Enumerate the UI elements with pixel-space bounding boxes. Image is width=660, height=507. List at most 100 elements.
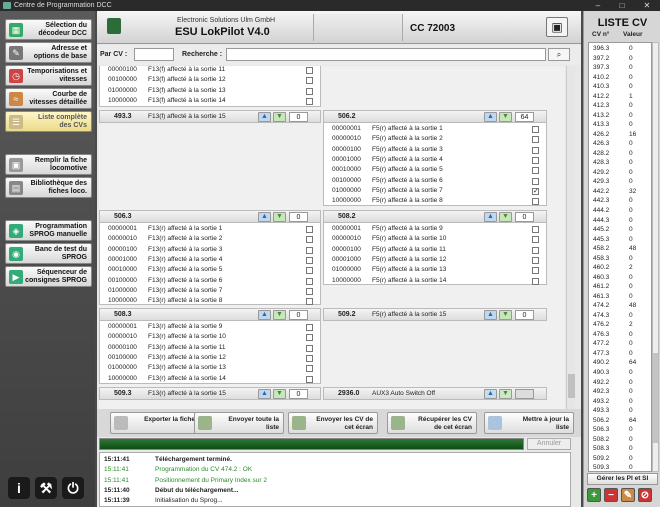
nav-loco-sheet[interactable]: ▣ Remplir la fiche locomotive [5, 154, 92, 175]
scroll-thumb[interactable] [653, 353, 658, 443]
arrow-up-icon[interactable]: ▲ [258, 112, 271, 122]
bit-checkbox[interactable] [306, 236, 313, 244]
bit-checkbox[interactable] [306, 354, 313, 362]
maximize-button[interactable]: □ [611, 0, 633, 11]
bit-checkbox[interactable] [306, 246, 313, 254]
arrow-down-icon[interactable]: ▼ [273, 112, 286, 122]
bit-checkbox[interactable] [306, 87, 313, 95]
bit-checkbox[interactable] [532, 167, 539, 175]
bit-checkbox[interactable] [532, 198, 539, 206]
bit-checkbox[interactable] [306, 375, 313, 383]
cv-value-field[interactable]: 0 [289, 310, 308, 320]
search-input[interactable] [226, 48, 546, 61]
nav-full-cv-list[interactable]: ☰ Liste complète des CVs [5, 111, 92, 132]
cv-value-field[interactable]: 0 [289, 389, 308, 399]
bit-checkbox[interactable] [532, 256, 539, 264]
cv-panel-header: 508.2 ▲ ▼ 0 [324, 211, 546, 223]
arrow-up-icon[interactable]: ▲ [484, 310, 497, 320]
arrow-up-icon[interactable]: ▲ [258, 389, 271, 399]
bit-checkbox[interactable] [532, 267, 539, 275]
sheet-icon: ▣ [9, 158, 23, 172]
arrow-up-icon[interactable]: ▲ [258, 310, 271, 320]
bit-checkbox[interactable] [532, 277, 539, 285]
power-icon[interactable]: ⏻ [62, 477, 84, 499]
bit-checkbox[interactable] [306, 97, 313, 105]
bit-checkbox[interactable] [532, 136, 539, 144]
bit-checkbox[interactable] [532, 126, 539, 133]
nav-address-options[interactable]: ✎ Adresse et options de base [5, 42, 92, 63]
search-icon[interactable]: ⌕ [548, 48, 570, 61]
bit-row: 01000000 F5(r) affecté à la sortie 7 ✓ [324, 186, 546, 196]
cv-value-field[interactable]: 0 [515, 212, 534, 222]
remove-icon[interactable]: − [604, 488, 618, 502]
arrow-down-icon[interactable]: ▼ [499, 310, 512, 320]
nav-loco-library[interactable]: ▤ Bibliothèque des fiches loco. [5, 177, 92, 198]
nav-sprog-testbench[interactable]: ◉ Banc de test du SPROG [5, 243, 92, 264]
cancel-button[interactable]: Annuler [527, 438, 571, 450]
bit-checkbox[interactable] [532, 156, 539, 164]
cv-number: 506.2 [338, 113, 356, 120]
manage-pi-si-button[interactable]: Gérer les PI et SI [587, 473, 658, 485]
nav-timings-speeds[interactable]: ◷ Temporisations et vitesses [5, 65, 92, 86]
edit-icon[interactable]: ✎ [621, 488, 635, 502]
nav-label: Banc de test du SPROG [34, 246, 87, 261]
bit-checkbox[interactable] [306, 287, 313, 295]
arrow-up-icon[interactable]: ▲ [258, 212, 271, 222]
cv-list[interactable]: 396.3 0 397.2 0 397.3 0 410.2 0 410.3 0 412.2 1 412.… [588, 42, 652, 472]
arrow-down-icon[interactable]: ▼ [273, 310, 286, 320]
bit-checkbox[interactable] [306, 77, 313, 85]
arrow-up-icon[interactable]: ▲ [484, 212, 497, 222]
update-list-button[interactable]: Mettre à jour la liste [484, 412, 574, 434]
bit-checkbox[interactable]: ✓ [532, 187, 539, 195]
bit-checkbox[interactable] [306, 334, 313, 342]
cv-value-field[interactable]: 0 [289, 112, 308, 122]
cv-value-field[interactable] [515, 389, 534, 399]
bit-checkbox[interactable] [532, 236, 539, 244]
bit-checkbox[interactable] [306, 267, 313, 275]
bit-checkbox[interactable] [532, 146, 539, 154]
nav-decoder-selection[interactable]: ▦ Sélection du décodeur DCC [5, 19, 92, 40]
tools-icon[interactable]: ⚒ [35, 477, 57, 499]
info-icon[interactable]: i [8, 477, 30, 499]
bit-checkbox[interactable] [306, 256, 313, 264]
bit-checkbox[interactable] [306, 226, 313, 233]
bit-checkbox[interactable] [306, 277, 313, 285]
bit-checkbox[interactable] [532, 226, 539, 233]
arrow-down-icon[interactable]: ▼ [273, 212, 286, 222]
bit-checkbox[interactable] [532, 177, 539, 185]
nav-sprog-sequencer[interactable]: ▶ Séquenceur de consignes SPROG [5, 266, 92, 287]
export-sheet-button[interactable]: Exporter la fiche [110, 412, 200, 434]
log-message: Positionnement du Primary Index sur 2 [155, 476, 267, 484]
send-all-button[interactable]: Envoyer toute la liste [194, 412, 284, 434]
bit-checkbox[interactable] [306, 324, 313, 331]
bit-checkbox[interactable] [306, 344, 313, 352]
cv-filter-input[interactable] [134, 48, 174, 61]
bit-checkbox[interactable] [306, 298, 313, 306]
arrow-up-icon[interactable]: ▲ [484, 112, 497, 122]
bit-checkbox[interactable] [306, 365, 313, 373]
save-icon[interactable]: ▣ [546, 17, 568, 37]
add-icon[interactable]: + [587, 488, 601, 502]
arrow-up-icon[interactable]: ▲ [484, 389, 497, 399]
cv-list-row[interactable]: 509.3 0 [589, 463, 651, 471]
delete-icon[interactable]: ⊘ [638, 488, 652, 502]
cv-value-field[interactable]: 0 [515, 310, 534, 320]
nav-speed-curve[interactable]: ≈ Courbe de vitesses détaillée [5, 88, 92, 109]
arrow-down-icon[interactable]: ▼ [499, 389, 512, 399]
cv-list-scrollbar[interactable] [652, 42, 659, 472]
minimize-button[interactable]: – [587, 0, 609, 11]
cv-value-field[interactable]: 64 [515, 112, 534, 122]
bit-description: F13(r) affecté à la sortie 8 [148, 297, 223, 305]
fetch-screen-cvs-button[interactable]: Récupérer les CV de cet écran [387, 412, 477, 434]
grid-scrollbar[interactable] [566, 66, 575, 409]
arrow-down-icon[interactable]: ▼ [499, 112, 512, 122]
bit-checkbox[interactable] [306, 67, 313, 74]
cv-value-field[interactable]: 0 [289, 212, 308, 222]
scroll-thumb[interactable] [568, 374, 575, 398]
nav-sprog-manual[interactable]: ◈ Programmation SPROG manuelle [5, 220, 92, 241]
arrow-down-icon[interactable]: ▼ [273, 389, 286, 399]
bit-checkbox[interactable] [532, 246, 539, 254]
send-screen-cvs-button[interactable]: Envoyer les CV de cet écran [288, 412, 378, 434]
arrow-down-icon[interactable]: ▼ [499, 212, 512, 222]
close-button[interactable]: ✕ [636, 0, 658, 11]
